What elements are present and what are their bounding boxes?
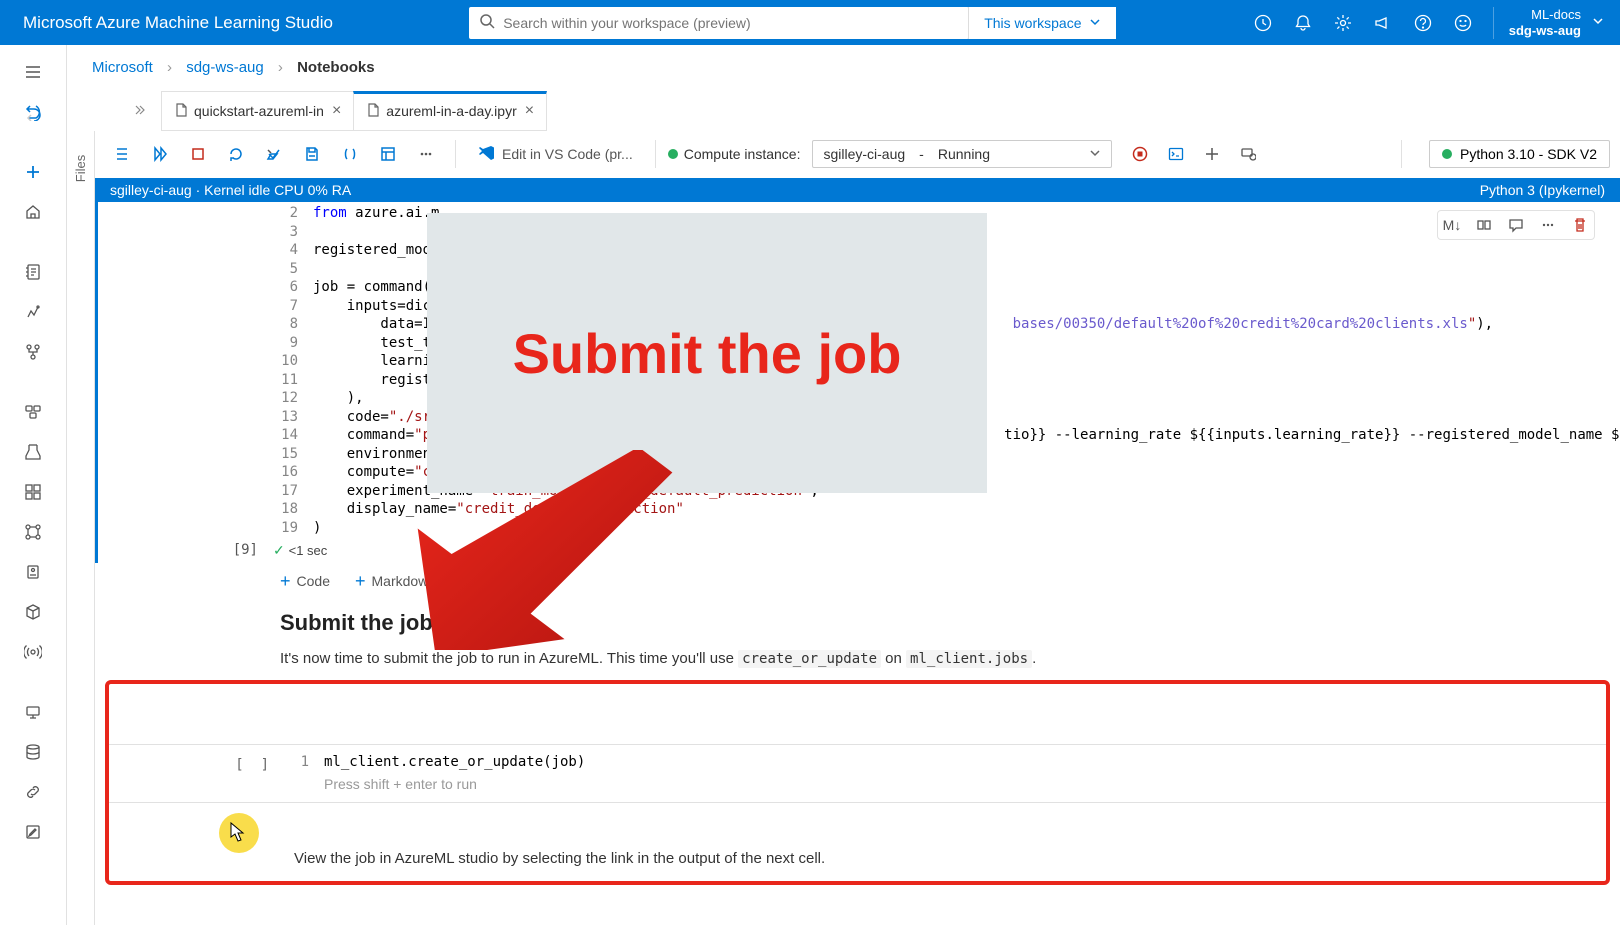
highlighted-region: [ ] 1ml_client.create_or_update(job) Pre… [105,680,1610,885]
compute-instance-label: Compute instance: [668,146,801,162]
checkmark-icon: ✓ [273,542,285,558]
clock-icon[interactable] [1253,13,1273,33]
linked-services-icon[interactable] [11,773,56,811]
save-icon[interactable] [295,137,329,171]
kernel-selector[interactable]: Python 3.10 - SDK V2 [1429,140,1610,168]
files-panel-tab[interactable]: Files [67,131,95,925]
compute-instance-selector[interactable]: sgilley-ci-aug - Running [812,140,1112,168]
terminal-icon[interactable] [1162,140,1190,168]
stop-compute-icon[interactable] [1126,140,1154,168]
delete-cell-icon[interactable] [1570,215,1590,235]
bell-icon[interactable] [1293,13,1313,33]
environments-icon[interactable] [11,553,56,591]
gear-icon[interactable] [1333,13,1353,33]
cell-action-toolbar: M↓ [1437,210,1595,240]
help-icon[interactable] [1413,13,1433,33]
run-hint: Press shift + enter to run [284,775,1606,794]
models-icon[interactable] [11,593,56,631]
chevron-down-icon [1591,14,1605,31]
add-compute-icon[interactable] [1198,140,1226,168]
workspace-scope-label: This workspace [984,15,1081,31]
breadcrumb: Microsoft › sdg-ws-aug › Notebooks [67,45,1620,91]
plus-icon: + [280,571,291,592]
data-icon[interactable] [11,393,56,431]
chevron-right-icon: › [278,59,283,76]
run-all-icon[interactable] [143,137,177,171]
plus-icon[interactable] [11,153,56,191]
designer-icon[interactable] [11,333,56,371]
hamburger-menu-icon[interactable] [11,53,56,91]
user-bottom-label: sdg-ws-aug [1509,23,1581,39]
manage-compute-icon[interactable] [1234,140,1262,168]
add-cell-row: + Code + Markdown [95,563,1620,600]
markdown-toggle-icon[interactable]: M↓ [1442,215,1462,235]
more-icon[interactable] [409,137,443,171]
pipelines-icon[interactable] [11,513,56,551]
file-icon [366,103,380,120]
app-title: Microsoft Azure Machine Learning Studio [15,13,333,33]
workspace-search[interactable] [469,7,969,39]
workspace-selector[interactable]: This workspace [968,7,1116,39]
file-tab-quickstart[interactable]: quickstart-azureml-in × [161,91,354,131]
file-icon [174,103,188,120]
chevron-down-icon [1089,146,1101,162]
restart-icon[interactable] [219,137,253,171]
close-icon[interactable]: × [332,102,341,120]
split-cell-icon[interactable] [1474,215,1494,235]
megaphone-icon[interactable] [1373,13,1393,33]
markdown-paragraph: View the job in AzureML studio by select… [294,848,1606,870]
edit-icon[interactable] [11,813,56,851]
tutorial-arrow-icon [402,450,702,653]
endpoints-icon[interactable] [11,633,56,671]
chevron-right-icon: › [167,59,172,76]
datastores-icon[interactable] [11,733,56,771]
edit-in-vscode-button[interactable]: Edit in VS Code (pr... [468,144,643,165]
more-icon[interactable] [1538,215,1558,235]
notebook-icon[interactable] [11,253,56,291]
search-icon [479,13,495,32]
variables-icon[interactable] [333,137,367,171]
status-right: Python 3 (Ipykernel) [1480,182,1605,198]
search-input[interactable] [503,15,959,31]
components-icon[interactable] [11,473,56,511]
cursor-highlight-icon [219,813,259,853]
file-tab-azureml-day[interactable]: azureml-in-a-day.ipyr × [353,91,547,131]
smile-icon[interactable] [1453,13,1473,33]
status-left: sgilley-ci-aug · Kernel idle CPU 0% RA [110,182,351,198]
home-icon[interactable] [11,193,56,231]
back-icon[interactable] [11,93,56,131]
code-cell[interactable]: [ ] 1ml_client.create_or_update(job) Pre… [109,744,1606,803]
markdown-cell[interactable]: Submit the job It's now time to submit t… [95,600,1620,675]
left-nav-sidebar [0,45,67,925]
breadcrumb-workspace[interactable]: sdg-ws-aug [186,59,264,76]
automl-icon[interactable] [11,293,56,331]
top-header-bar: Microsoft Azure Machine Learning Studio … [0,0,1620,45]
kernel-status-bar: sgilley-ci-aug · Kernel idle CPU 0% RA P… [95,178,1620,202]
execution-time: <1 sec [289,543,328,558]
markdown-cell[interactable]: View the job in AzureML studio by select… [109,848,1606,875]
vscode-icon [478,144,496,165]
output-layout-icon[interactable] [371,137,405,171]
add-code-cell-button[interactable]: + Code [280,571,330,592]
collapse-icon[interactable] [105,137,139,171]
status-dot-icon [1442,149,1452,159]
compute-icon[interactable] [11,693,56,731]
jobs-icon[interactable] [11,433,56,471]
code-editor[interactable]: 1ml_client.create_or_update(job) Press s… [284,751,1606,796]
clear-output-icon[interactable] [257,137,291,171]
notebook-toolbar: Edit in VS Code (pr... Compute instance:… [95,131,1620,178]
file-tabs: quickstart-azureml-in × azureml-in-a-day… [102,91,1620,131]
breadcrumb-root[interactable]: Microsoft [92,59,153,76]
stop-icon[interactable] [181,137,215,171]
plus-icon: + [355,571,366,592]
breadcrumb-current: Notebooks [297,59,375,76]
close-icon[interactable]: × [525,102,534,120]
user-top-label: ML-docs [1509,7,1581,23]
comment-icon[interactable] [1506,215,1526,235]
expand-panel-icon[interactable] [131,103,145,120]
chevron-down-icon [1089,15,1101,31]
execution-count: [9] [233,542,258,558]
user-menu[interactable]: ML-docs sdg-ws-aug [1493,7,1605,39]
status-dot-icon [668,149,678,159]
